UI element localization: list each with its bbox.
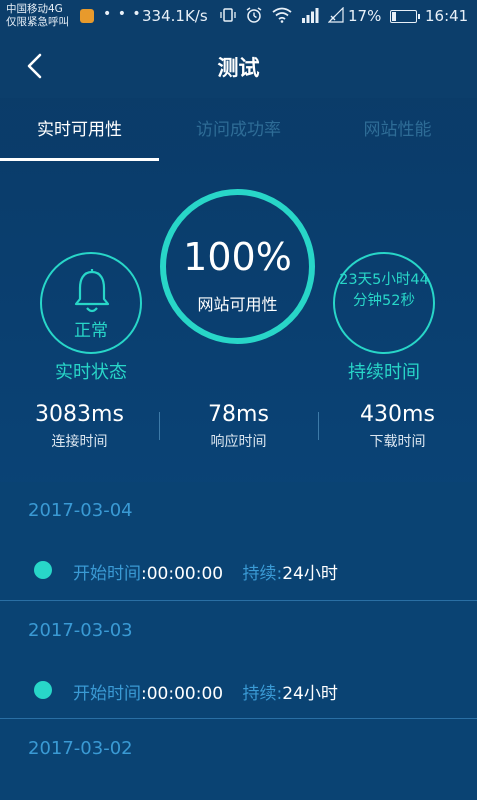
start-time-key: 开始时间 <box>73 684 141 704</box>
network-speed: 334.1K/s <box>142 7 208 25</box>
duration-value: 23天5小时44分钟52秒 <box>339 272 429 309</box>
availability-dashboard: 正常 100% 网站可用性 23天5小时44分钟52秒 实时状态 持续时间 30… <box>0 162 477 482</box>
start-time-value: 00:00:00 <box>146 564 224 584</box>
duration-label: 持续时间 <box>348 362 420 383</box>
divider <box>0 718 477 719</box>
date-header: 2017-03-03 <box>0 602 477 662</box>
metric-download-time: 430ms 下载时间 <box>318 402 477 451</box>
carrier-name: 中国移动4G <box>6 3 63 15</box>
list-item[interactable]: 开始时间:00:00:00 持续:24小时 <box>0 662 477 720</box>
status-label: 实时状态 <box>55 362 127 383</box>
entry-text: 开始时间:00:00:00 持续:24小时 <box>73 684 338 704</box>
wifi-icon <box>272 7 292 27</box>
active-tab-indicator <box>0 158 159 161</box>
page-title: 测试 <box>217 56 260 80</box>
notification-icon <box>80 9 94 23</box>
start-time-key: 开始时间 <box>73 564 141 584</box>
duration-value: 24小时 <box>282 564 338 584</box>
tab-site-performance[interactable]: 网站性能 <box>318 98 477 162</box>
signal-x-icon <box>327 6 344 27</box>
date-text: 2017-03-03 <box>28 620 133 641</box>
duration-value: 24小时 <box>282 684 338 704</box>
vibrate-icon <box>220 7 236 27</box>
carrier-info: 中国移动4G 仅限紧急呼叫 <box>6 3 69 29</box>
date-text: 2017-03-02 <box>28 738 133 759</box>
start-time-value: 00:00:00 <box>146 684 224 704</box>
date-text: 2017-03-04 <box>28 500 133 521</box>
entry-text: 开始时间:00:00:00 持续:24小时 <box>73 564 338 584</box>
metric-value: 3083ms <box>35 402 124 427</box>
emergency-only-text: 仅限紧急呼叫 <box>6 16 69 28</box>
date-header: 2017-03-02 <box>0 720 477 780</box>
history-list: 2017-03-04 开始时间:00:00:00 持续:24小时 2017-03… <box>0 482 477 800</box>
duration-key: 持续 <box>242 564 277 584</box>
metric-response-time: 78ms 响应时间 <box>159 402 318 451</box>
metric-label: 响应时间 <box>210 434 267 450</box>
metric-connect-time: 3083ms 连接时间 <box>0 402 159 451</box>
metric-value: 430ms <box>360 402 435 427</box>
battery-percent: 17% <box>348 7 382 25</box>
alarm-icon <box>245 6 263 28</box>
app-header: 测试 <box>0 34 477 98</box>
status-dot-icon <box>34 681 52 699</box>
date-header: 2017-03-04 <box>0 482 477 542</box>
divider <box>0 600 477 601</box>
duration-key: 持续 <box>242 684 277 704</box>
metric-label: 下载时间 <box>369 434 426 450</box>
bell-icon <box>74 269 110 313</box>
list-item[interactable]: 开始时间:00:00:00 持续:24小时 <box>0 542 477 600</box>
signal-icon <box>301 7 319 27</box>
status-ring: 正常 <box>40 252 142 354</box>
status-dot-icon <box>34 561 52 579</box>
battery-level <box>392 12 396 21</box>
status-value: 正常 <box>74 321 108 341</box>
battery-icon <box>390 10 420 23</box>
availability-ring: 100% 网站可用性 <box>160 189 315 344</box>
availability-value: 100% <box>183 235 292 279</box>
metric-label: 连接时间 <box>51 434 108 450</box>
metric-value: 78ms <box>208 402 269 427</box>
tab-access-success-rate[interactable]: 访问成功率 <box>159 98 318 162</box>
clock: 16:41 <box>425 7 469 25</box>
status-bar: 中国移动4G 仅限紧急呼叫 • • • 334.1K/s 17% 16:41 <box>0 0 477 34</box>
more-notifications-icon: • • • <box>103 6 142 22</box>
tab-bar: 实时可用性 访问成功率 网站性能 <box>0 98 477 162</box>
tab-realtime-availability[interactable]: 实时可用性 <box>0 98 159 162</box>
availability-label: 网站可用性 <box>197 295 278 314</box>
duration-ring: 23天5小时44分钟52秒 <box>333 252 435 354</box>
status-icons <box>220 6 344 28</box>
